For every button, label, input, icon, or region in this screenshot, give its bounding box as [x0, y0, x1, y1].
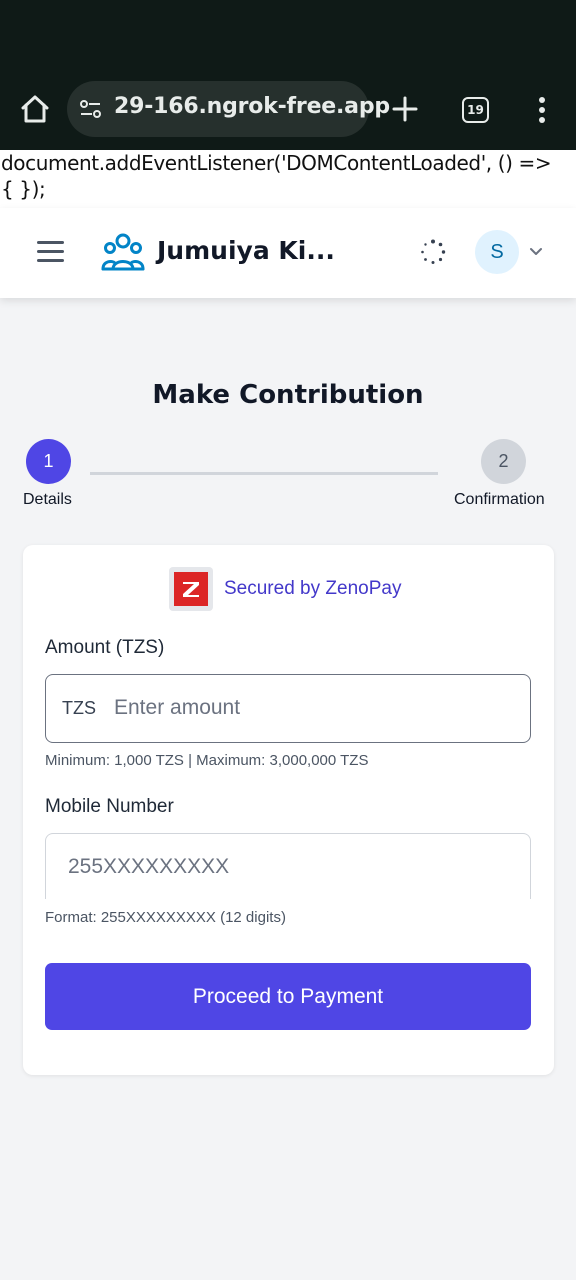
app-header: Jumuiya Ki... S — [0, 208, 576, 298]
site-settings-icon[interactable] — [78, 96, 104, 122]
avatar[interactable]: S — [475, 230, 519, 274]
home-button[interactable] — [18, 92, 52, 126]
step-2-label: Confirmation — [454, 491, 545, 508]
proceed-to-payment-button[interactable]: Proceed to Payment — [45, 963, 531, 1030]
leaked-script-text: document.addEventListener('DOMContentLoa… — [0, 150, 576, 208]
step-2-indicator: 2 — [481, 439, 526, 484]
mobile-number-input[interactable] — [45, 833, 531, 899]
leaked-script-line: { }); — [1, 177, 46, 201]
home-icon — [21, 95, 49, 123]
step-1-label: Details — [23, 491, 72, 508]
amount-hint: Minimum: 1,000 TZS | Maximum: 3,000,000 … — [45, 752, 369, 769]
zenopay-logo — [169, 567, 213, 611]
browser-toolbar: 29-166.ngrok-free.app 19 — [0, 0, 576, 150]
chevron-down-icon[interactable] — [529, 246, 543, 258]
app-name[interactable]: Jumuiya Ki... — [157, 236, 335, 265]
step-1-indicator: 1 — [26, 439, 71, 484]
contribution-form-card: Secured by ZenoPay Amount (TZS) TZS Mini… — [23, 545, 554, 1075]
zenopay-z-icon — [183, 582, 199, 597]
menu-icon[interactable] — [37, 241, 64, 263]
amount-input-wrapper[interactable]: TZS — [45, 674, 531, 743]
community-icon — [101, 233, 145, 271]
more-options-icon — [539, 97, 545, 123]
new-tab-icon — [392, 96, 418, 122]
step-connector — [90, 472, 438, 475]
new-tab-button[interactable] — [390, 94, 420, 124]
tab-switcher-button[interactable]: 19 — [462, 97, 489, 123]
amount-input[interactable] — [114, 675, 514, 741]
leaked-script-line: document.addEventListener('DOMContentLoa… — [1, 151, 552, 175]
url-text[interactable]: 29-166.ngrok-free.app — [114, 94, 390, 119]
secured-by-text: Secured by ZenoPay — [224, 578, 402, 599]
loading-icon — [421, 239, 446, 264]
mobile-number-label: Mobile Number — [45, 796, 174, 817]
mobile-number-hint: Format: 255XXXXXXXXX (12 digits) — [45, 909, 286, 926]
more-options-button[interactable] — [530, 96, 554, 124]
page-title: Make Contribution — [152, 380, 424, 410]
currency-prefix: TZS — [62, 698, 96, 718]
amount-label: Amount (TZS) — [45, 637, 165, 658]
